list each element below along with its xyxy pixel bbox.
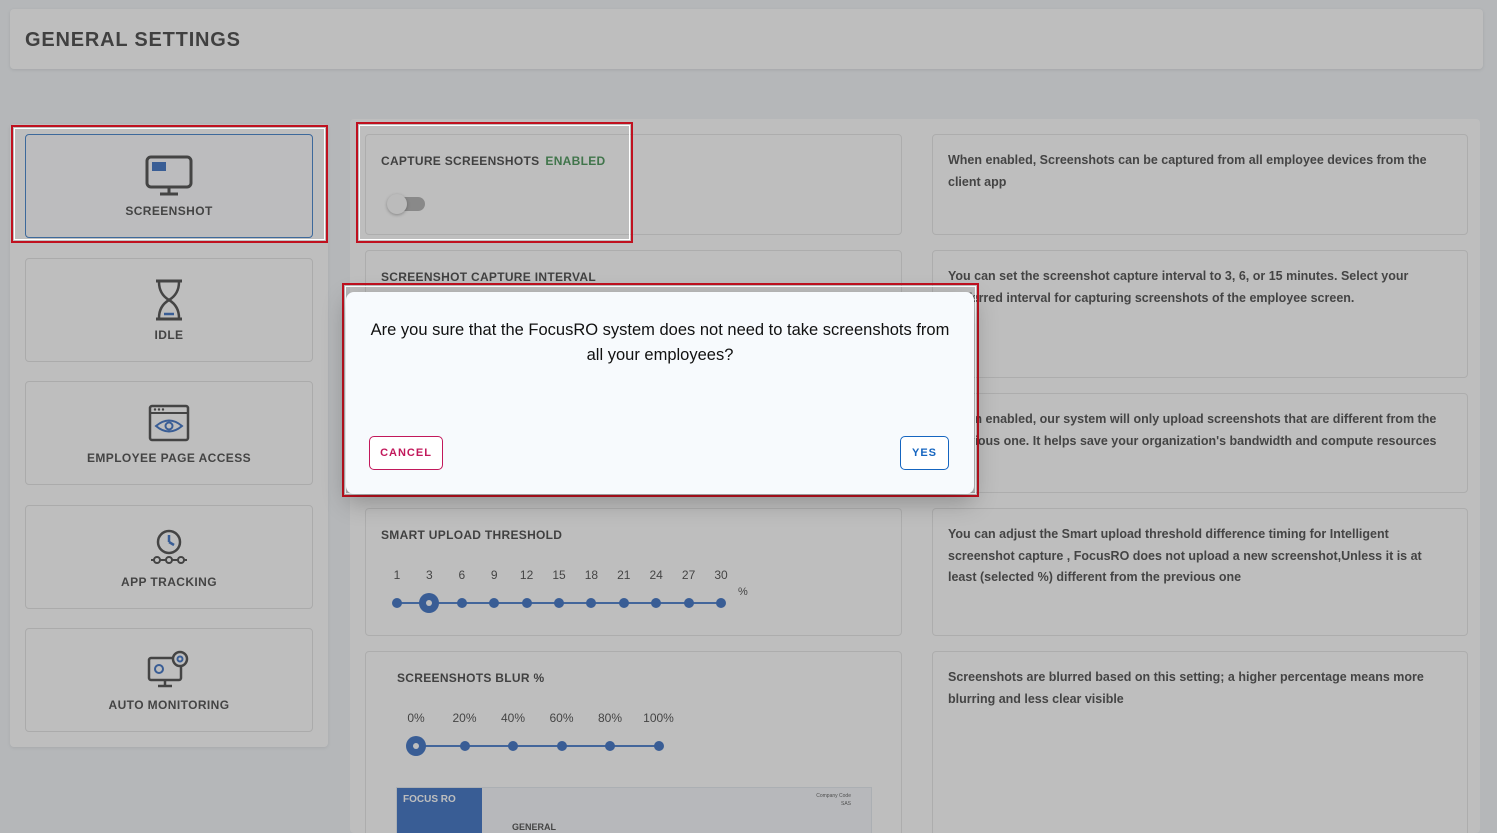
confirm-dialog: Are you sure that the FocusRO system doe… (346, 292, 974, 494)
cancel-button[interactable]: CANCEL (369, 436, 443, 470)
dialog-message: Are you sure that the FocusRO system doe… (370, 321, 950, 364)
yes-button[interactable]: YES (900, 436, 949, 470)
